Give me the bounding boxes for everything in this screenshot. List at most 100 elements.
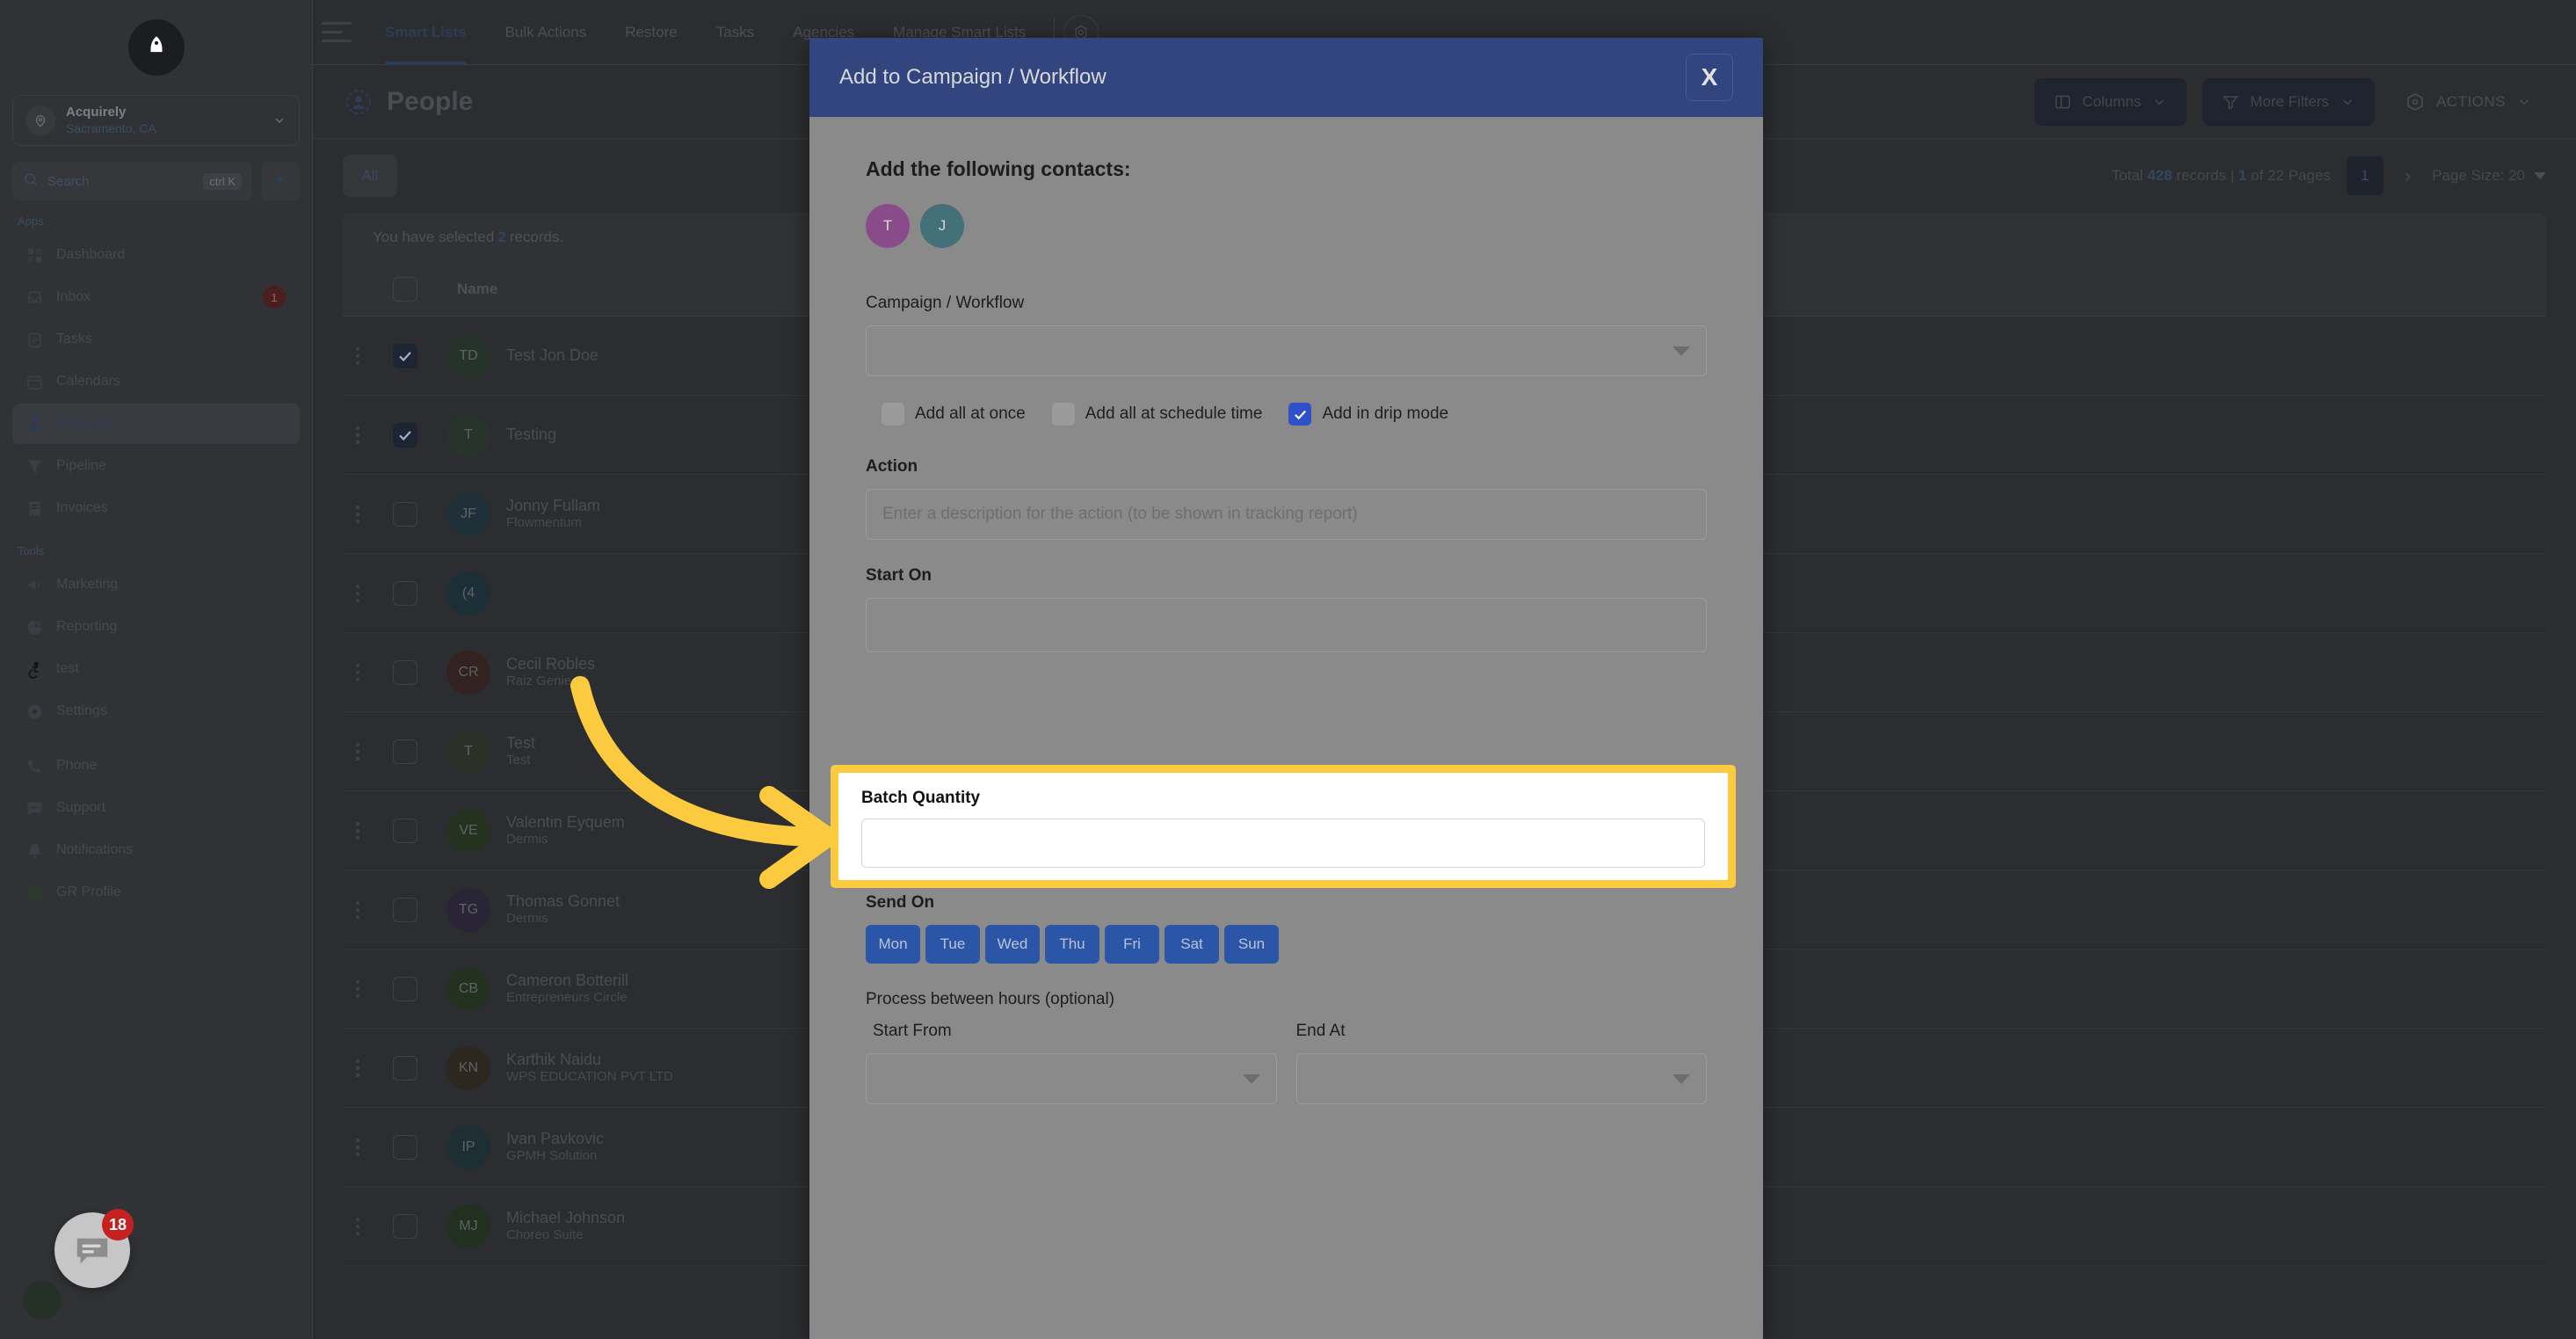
row-drag-handle[interactable] (343, 584, 373, 602)
sidebar-item-marketing[interactable]: Marketing (12, 564, 300, 605)
filter-chip-all[interactable]: All (343, 155, 397, 197)
actions-label: ACTIONS (2435, 92, 2506, 110)
send-on-days: Mon Tue Wed Thu Fri Sat Sun (866, 925, 1707, 964)
row-drag-handle[interactable] (343, 663, 373, 681)
selection-suffix: records. (509, 229, 564, 245)
row-drag-handle[interactable] (343, 505, 373, 523)
sidebar-item-label: Contacts (56, 416, 112, 431)
actions-button[interactable]: ACTIONS (2391, 78, 2546, 126)
row-drag-handle[interactable] (343, 742, 373, 760)
day-button-tue[interactable]: Tue (925, 925, 980, 964)
batch-quantity-input[interactable] (861, 819, 1705, 868)
row-drag-handle[interactable] (343, 1138, 373, 1156)
row-checkbox[interactable] (393, 818, 417, 843)
invoice-icon (25, 498, 44, 518)
row-checkbox[interactable] (393, 343, 417, 368)
sidebar-item-calendars[interactable]: Calendars (12, 361, 300, 402)
close-icon[interactable]: X (1686, 54, 1733, 101)
sidebar-item-support[interactable]: Support (12, 788, 300, 828)
sidebar-item-dashboard[interactable]: Dashboard (12, 235, 300, 275)
tab-tasks[interactable]: Tasks (697, 0, 773, 65)
sidebar-item-reporting[interactable]: Reporting (12, 607, 300, 647)
sidebar-item-tasks[interactable]: Tasks (12, 319, 300, 360)
sidebar-item-phone[interactable]: Phone (12, 746, 300, 786)
row-checkbox[interactable] (393, 659, 417, 685)
sidebar-item-invoices[interactable]: Invoices (12, 488, 300, 528)
mode-checkbox[interactable] (1288, 403, 1312, 426)
row-checkbox[interactable] (393, 739, 417, 764)
day-button-mon[interactable]: Mon (866, 925, 920, 964)
mode-label: Add all at once (915, 404, 1026, 423)
row-checkbox[interactable] (393, 1134, 417, 1160)
selection-prefix: You have selected (373, 229, 495, 245)
menu-toggle-button[interactable] (322, 22, 352, 42)
more-filters-button[interactable]: More Filters (2202, 77, 2375, 126)
end-at-select[interactable] (1295, 1053, 1707, 1104)
mode-option-add-all-at-schedule-time[interactable]: Add all at schedule time (1051, 403, 1262, 426)
selection-count: 2 (497, 229, 506, 245)
row-checkbox[interactable] (393, 976, 417, 1001)
chat-widget-button[interactable]: 18 (54, 1209, 134, 1288)
funnel-icon (25, 456, 44, 476)
mode-checkbox[interactable] (882, 403, 904, 426)
row-name: Jonny Fullam (506, 496, 601, 514)
current-page: 1 (2238, 167, 2247, 184)
columns-label: Columns (2082, 92, 2142, 110)
row-avatar: CB (446, 966, 490, 1011)
sidebar-item-label: GR Profile (56, 884, 121, 899)
search-input[interactable]: Search ctrl K (12, 162, 252, 200)
start-from-select[interactable] (866, 1053, 1277, 1104)
mode-checkbox[interactable] (1051, 403, 1075, 426)
row-checkbox[interactable] (393, 501, 417, 527)
avatar[interactable] (23, 1281, 62, 1320)
day-button-wed[interactable]: Wed (985, 925, 1040, 964)
page-button[interactable]: 1 (2346, 156, 2384, 195)
row-checkbox[interactable] (393, 897, 417, 922)
add-mode-options: Add all at once Add all at schedule time A… (882, 403, 1707, 426)
row-drag-handle[interactable] (343, 1217, 373, 1235)
row-drag-handle[interactable] (343, 426, 373, 444)
mode-option-add-all-at-once[interactable]: Add all at once (882, 403, 1026, 426)
row-drag-handle[interactable] (343, 821, 373, 840)
tab-smart-lists[interactable]: Smart Lists (366, 0, 486, 65)
row-checkbox[interactable] (393, 580, 417, 606)
day-button-thu[interactable]: Thu (1045, 925, 1099, 964)
tab-restore[interactable]: Restore (606, 0, 697, 65)
campaign-select[interactable] (866, 325, 1707, 376)
mode-option-add-in-drip-mode[interactable]: Add in drip mode (1288, 403, 1448, 426)
action-input[interactable]: Enter a description for the action (to b… (866, 489, 1707, 540)
caret-down-icon (2534, 172, 2546, 179)
tab-bulk-actions[interactable]: Bulk Actions (486, 0, 606, 65)
sidebar-item-test[interactable]: test (12, 649, 300, 689)
day-button-sun[interactable]: Sun (1224, 925, 1279, 964)
start-on-input[interactable] (866, 598, 1707, 652)
day-button-fri[interactable]: Fri (1105, 925, 1159, 964)
row-drag-handle[interactable] (343, 900, 373, 919)
sidebar-item-pipeline[interactable]: Pipeline (12, 446, 300, 486)
next-page-icon[interactable]: › (2399, 164, 2416, 187)
row-drag-handle[interactable] (343, 979, 373, 998)
page-size-selector[interactable]: Page Size: 20 (2432, 167, 2546, 185)
sidebar-item-notifications[interactable]: Notifications (12, 830, 300, 870)
app-logo[interactable] (0, 0, 312, 76)
columns-button[interactable]: Columns (2035, 77, 2188, 126)
sidebar-item-inbox[interactable]: Inbox 1 (12, 277, 300, 317)
day-button-sat[interactable]: Sat (1165, 925, 1219, 964)
row-checkbox[interactable] (393, 1055, 417, 1081)
row-drag-handle[interactable] (343, 1059, 373, 1077)
rocket-logo-icon (149, 36, 163, 53)
row-checkbox[interactable] (393, 1213, 417, 1239)
sidebar-item-settings[interactable]: Settings (12, 691, 300, 731)
lightning-bolt-icon (272, 171, 288, 192)
quick-action-button[interactable] (261, 162, 300, 200)
location-switcher[interactable]: Acquirely Sacramento, CA (12, 95, 300, 146)
sidebar-item-label: Settings (56, 703, 107, 718)
chat-icon (25, 798, 44, 818)
sidebar-item-gr-profile[interactable]: GR Profile (12, 872, 300, 913)
row-name: Test Jon Doe (506, 346, 599, 365)
select-all-checkbox[interactable] (393, 276, 417, 302)
sidebar-item-contacts[interactable]: Contacts (12, 404, 300, 444)
row-drag-handle[interactable] (343, 346, 373, 365)
row-checkbox[interactable] (393, 422, 417, 448)
row-avatar: (4 (446, 571, 490, 615)
